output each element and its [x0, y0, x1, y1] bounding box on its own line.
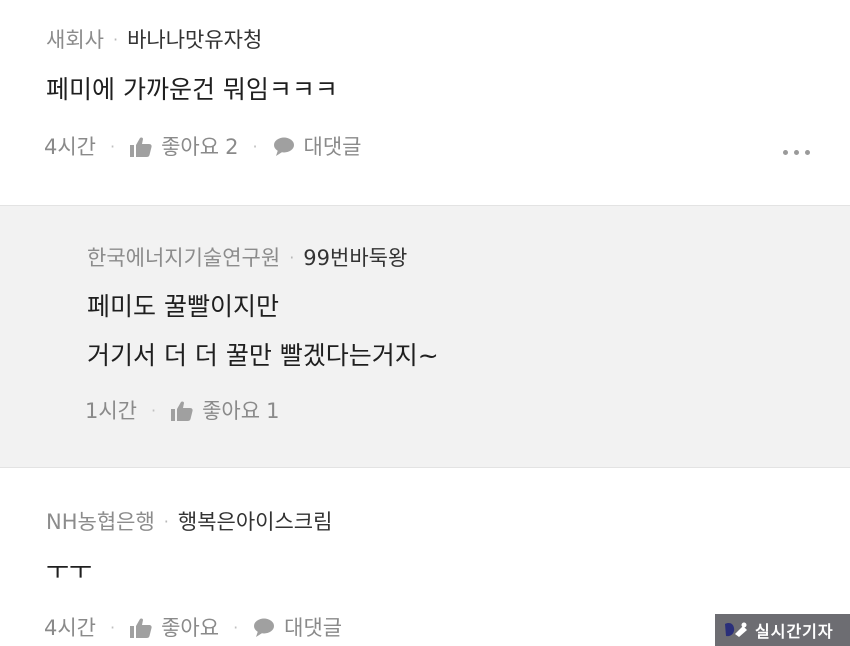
like-label: 좋아요	[161, 135, 220, 159]
comment-actions: 4시간 · 좋아요 2 · 대댓글	[44, 133, 362, 161]
timestamp: 4시간	[44, 135, 97, 159]
watermark-logo-icon	[725, 622, 747, 637]
like-label: 좋아요	[202, 399, 261, 423]
reply-comment: 한국에너지기술연구원 · 99번바둑왕 페미도 꿀빨이지만 거기서 더 더 꿀만…	[0, 205, 850, 468]
company-name: 새회사	[46, 28, 104, 52]
comment-meta: 한국에너지기술연구원 · 99번바둑왕	[87, 244, 407, 272]
thumbs-up-icon	[130, 137, 152, 157]
comment-text: 페미에 가까운건 뭐임ㅋㅋㅋ	[46, 75, 338, 104]
nickname-link[interactable]: 행복은아이스크림	[178, 508, 333, 536]
speech-bubble-icon	[254, 618, 275, 637]
reply-button[interactable]: 대댓글	[272, 133, 362, 161]
meta-separator: ·	[112, 30, 119, 49]
comment-text-line-2: 거기서 더 더 꿀만 빨겠다는거지~	[87, 341, 439, 370]
like-button[interactable]: 좋아요	[129, 614, 219, 642]
comment-meta: 새회사 · 바나나맛유자청	[46, 26, 262, 54]
comment-text: ㅜㅜ	[46, 556, 93, 585]
like-count: 1	[266, 399, 280, 423]
action-separator: ·	[110, 137, 116, 156]
nickname-link[interactable]: 바나나맛유자청	[127, 26, 262, 54]
more-dot	[783, 150, 788, 155]
like-label: 좋아요	[161, 616, 220, 640]
comment-1: 새회사 · 바나나맛유자청 페미에 가까운건 뭐임ㅋㅋㅋ 4시간 · 좋아요 2…	[0, 0, 850, 205]
speech-bubble-icon	[273, 137, 294, 156]
thumbs-up-icon	[171, 401, 193, 421]
like-button[interactable]: 좋아요 2	[129, 133, 238, 161]
reply-label: 대댓글	[284, 616, 343, 640]
meta-separator: ·	[163, 512, 169, 531]
company-name: NH농협은행	[46, 510, 155, 534]
more-dots-icon[interactable]	[783, 146, 810, 159]
comment-meta: NH농협은행 · 행복은아이스크림	[46, 508, 332, 536]
action-separator: ·	[233, 618, 239, 637]
like-count: 2	[225, 135, 239, 159]
timestamp: 4시간	[44, 616, 97, 640]
more-dot	[794, 150, 799, 155]
more-dot	[805, 150, 810, 155]
timestamp: 1시간	[85, 399, 138, 423]
meta-separator: ·	[289, 248, 295, 267]
watermark-text: 실시간기자	[755, 622, 834, 641]
action-separator: ·	[252, 137, 258, 156]
thumbs-up-icon	[130, 618, 152, 638]
reply-label: 대댓글	[303, 135, 362, 159]
watermark: 실시간기자	[715, 614, 850, 646]
like-button[interactable]: 좋아요 1	[170, 397, 279, 425]
action-separator: ·	[110, 618, 116, 637]
comment-actions: 4시간 · 좋아요 · 대댓글	[44, 614, 342, 642]
reply-button[interactable]: 대댓글	[252, 614, 342, 642]
action-separator: ·	[151, 401, 157, 420]
nickname-link[interactable]: 99번바둑왕	[303, 244, 407, 272]
comment-text-line-1: 페미도 꿀빨이지만	[87, 292, 279, 321]
comment-actions: 1시간 · 좋아요 1	[85, 397, 279, 425]
company-name: 한국에너지기술연구원	[87, 246, 281, 270]
